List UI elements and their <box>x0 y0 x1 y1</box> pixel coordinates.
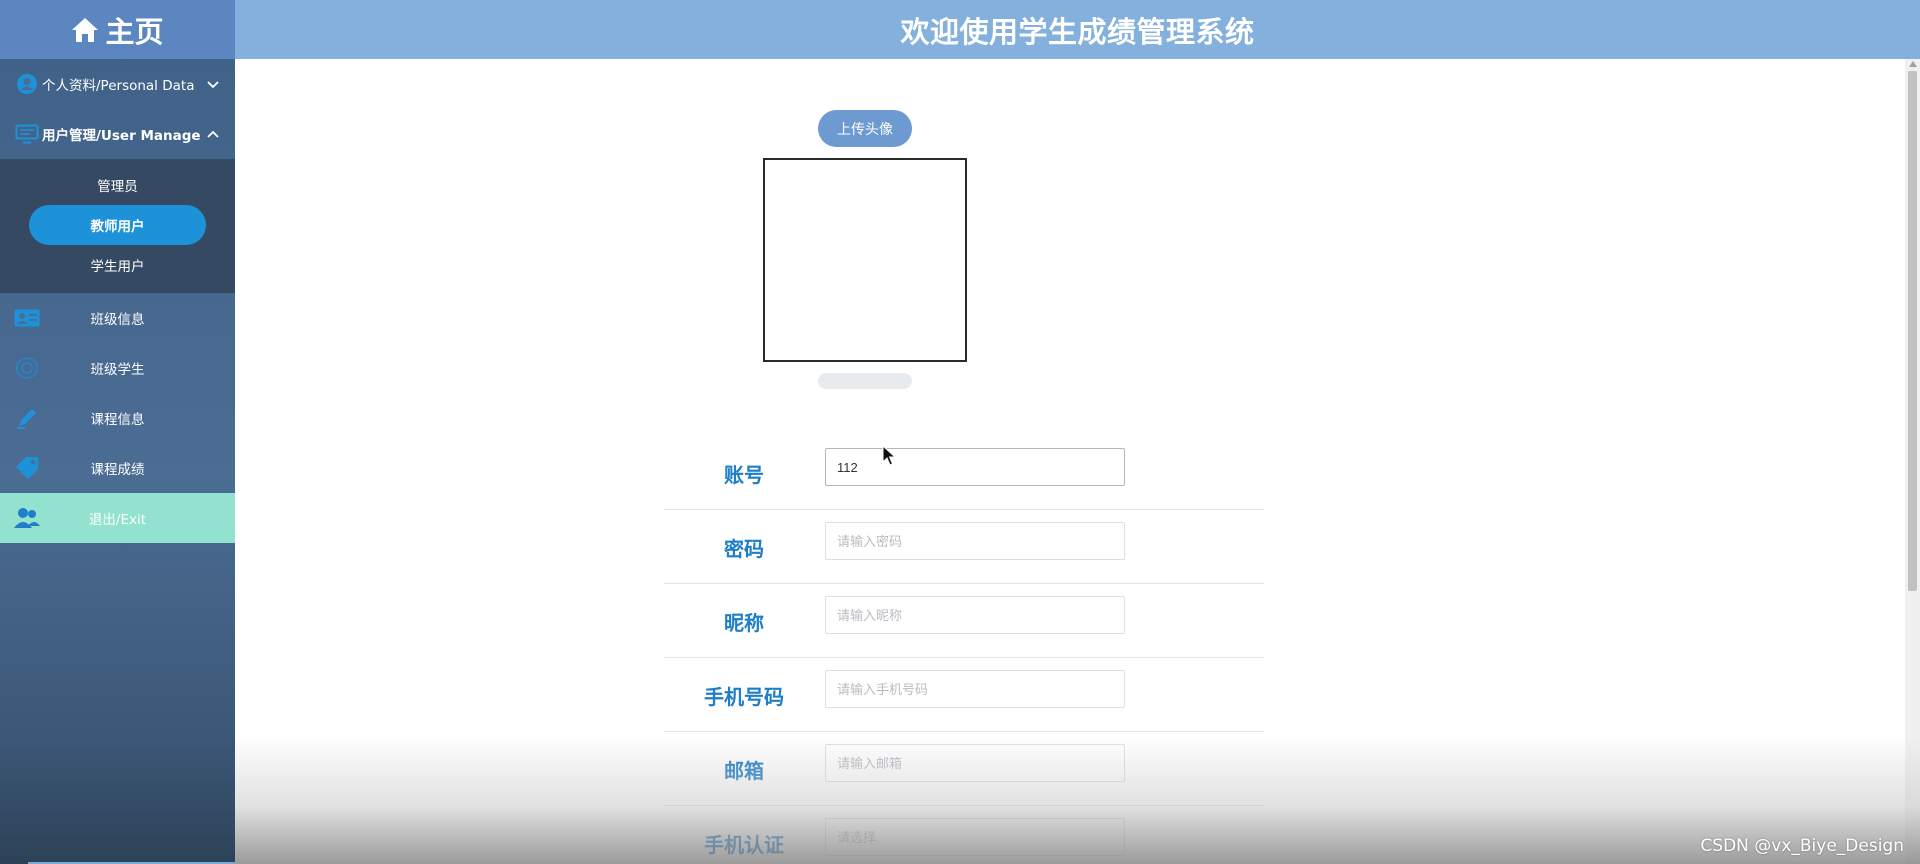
user-manage-submenu: 管理员 教师用户 学生用户 <box>0 159 235 293</box>
tag-icon <box>14 455 40 481</box>
main-scrollbar[interactable] <box>1905 59 1920 864</box>
mouse-cursor-icon <box>882 445 896 466</box>
sidebar-item-course-scores[interactable]: 课程成绩 <box>0 443 235 493</box>
sidebar-item-course-info[interactable]: 课程信息 <box>0 393 235 443</box>
password-input[interactable] <box>825 522 1125 560</box>
scroll-up-arrow-icon[interactable] <box>1909 61 1917 67</box>
phone-label: 手机号码 <box>704 684 784 709</box>
password-label: 密码 <box>724 536 764 561</box>
app: 主页 个人资料/Personal Data 用户管理/User Manage 管… <box>0 0 1920 864</box>
sidebar-item-class-students-label: 班级学生 <box>90 362 145 378</box>
submenu-item-admin-label: 管理员 <box>97 179 138 195</box>
sidebar-item-class-info-label: 班级信息 <box>90 312 145 328</box>
main-content: 上传头像 账号 密码 昵称 手机号码 邮箱 手机认证 <box>235 59 1905 864</box>
sidebar-item-course-scores-label: 课程成绩 <box>90 462 145 478</box>
chevron-down-icon <box>207 81 219 89</box>
monitor-icon <box>14 121 40 147</box>
sidebar-item-exit-label: 退出/Exit <box>88 512 147 528</box>
menu-user-manage-label: 用户管理/User Manage <box>42 128 201 144</box>
pencil-icon <box>14 405 40 431</box>
menu-personal-data[interactable]: 个人资料/Personal Data <box>0 59 235 109</box>
phone-input[interactable] <box>825 670 1125 708</box>
upload-avatar-button[interactable]: 上传头像 <box>818 110 912 147</box>
user-circle-icon <box>14 71 40 97</box>
email-label: 邮箱 <box>724 758 764 783</box>
form-row-account: 账号 <box>664 436 1264 510</box>
student-icon <box>14 355 40 381</box>
submenu-item-teacher-label: 教师用户 <box>90 219 145 235</box>
menu-personal-data-label: 个人资料/Personal Data <box>42 78 195 94</box>
submenu-item-student[interactable]: 学生用户 <box>29 245 206 285</box>
account-label: 账号 <box>724 462 764 487</box>
brand-home-link[interactable]: 主页 <box>0 0 235 59</box>
avatar-progress-bar <box>818 373 912 389</box>
submenu-item-teacher[interactable]: 教师用户 <box>29 205 206 245</box>
users-icon <box>14 505 40 531</box>
form-row-phone: 手机号码 <box>664 658 1264 732</box>
avatar-preview <box>763 158 967 362</box>
sidebar: 主页 个人资料/Personal Data 用户管理/User Manage 管… <box>0 0 235 864</box>
sidebar-item-exit[interactable]: 退出/Exit <box>0 493 235 543</box>
chevron-up-icon <box>207 130 219 138</box>
email-input[interactable] <box>825 744 1125 782</box>
submenu-item-admin[interactable]: 管理员 <box>29 165 206 205</box>
form-row-nickname: 昵称 <box>664 584 1264 658</box>
submenu-item-student-label: 学生用户 <box>90 259 145 275</box>
sidebar-item-class-info[interactable]: 班级信息 <box>0 293 235 343</box>
nickname-label: 昵称 <box>724 610 764 635</box>
account-input[interactable] <box>825 448 1125 486</box>
brand-label: 主页 <box>105 14 164 49</box>
scrollbar-thumb[interactable] <box>1908 71 1917 591</box>
home-icon <box>72 17 99 42</box>
nickname-input[interactable] <box>825 596 1125 634</box>
page-title: 欢迎使用学生成绩管理系统 <box>900 14 1255 49</box>
top-header: 欢迎使用学生成绩管理系统 <box>235 0 1920 59</box>
form-row-email: 邮箱 <box>664 732 1264 806</box>
form-row-password: 密码 <box>664 510 1264 584</box>
phone-verify-select[interactable] <box>825 818 1125 856</box>
phone-verify-label: 手机认证 <box>704 832 784 857</box>
id-card-icon <box>14 305 40 331</box>
menu-user-manage[interactable]: 用户管理/User Manage <box>0 109 235 159</box>
watermark: CSDN @vx_Biye_Design <box>1700 836 1904 856</box>
sidebar-item-course-info-label: 课程信息 <box>90 412 145 428</box>
sidebar-item-class-students[interactable]: 班级学生 <box>0 343 235 393</box>
form-row-phone-verify: 手机认证 <box>664 806 1264 864</box>
